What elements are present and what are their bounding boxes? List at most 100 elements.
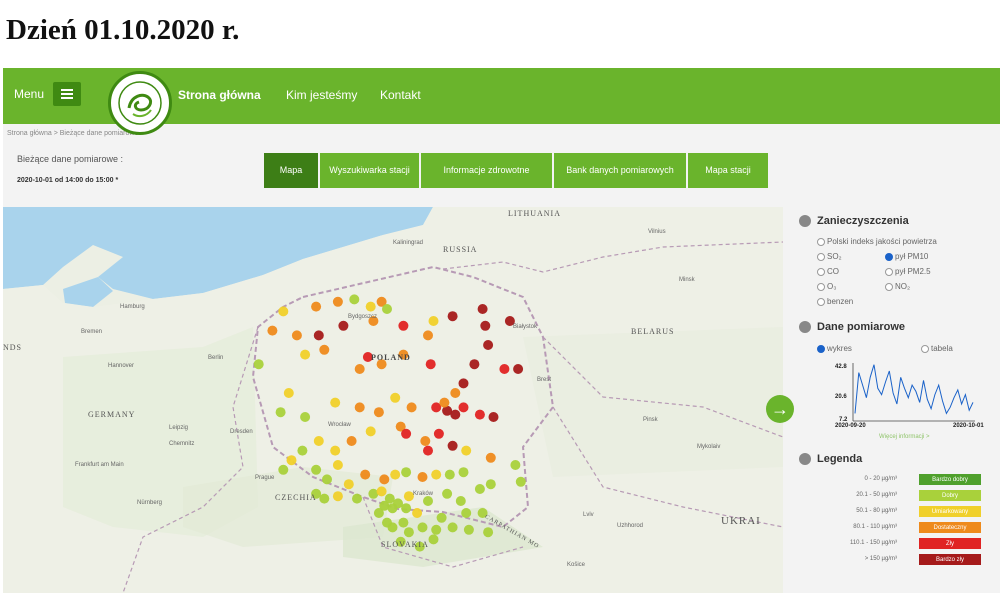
station-marker[interactable]	[398, 517, 409, 528]
station-marker[interactable]	[461, 508, 472, 518]
station-marker[interactable]	[499, 364, 510, 374]
station-marker[interactable]	[428, 316, 439, 326]
station-marker[interactable]	[322, 474, 332, 485]
station-marker[interactable]	[330, 445, 341, 456]
legend-header[interactable]: Legenda	[799, 453, 862, 465]
station-marker[interactable]	[463, 524, 474, 535]
nav-home[interactable]: Strona główna	[178, 88, 261, 102]
station-marker[interactable]	[401, 503, 412, 514]
station-marker[interactable]	[379, 474, 390, 485]
view-chart-option[interactable]: wykres	[817, 344, 852, 353]
station-marker[interactable]	[477, 304, 488, 314]
station-marker[interactable]	[515, 476, 526, 487]
station-marker[interactable]	[311, 464, 322, 475]
measurements-header[interactable]: Dane pomiarowe	[799, 321, 905, 333]
station-marker[interactable]	[373, 407, 384, 418]
pollutants-header[interactable]: Zanieczyszczenia	[799, 215, 909, 227]
station-marker[interactable]	[297, 445, 308, 456]
station-marker[interactable]	[455, 496, 466, 506]
station-marker[interactable]	[352, 493, 362, 504]
station-marker[interactable]	[423, 445, 433, 456]
station-marker[interactable]	[447, 311, 458, 322]
station-marker[interactable]	[283, 388, 294, 398]
nav-about-us[interactable]: Kim jesteśmy	[286, 88, 357, 102]
station-marker[interactable]	[300, 349, 311, 360]
station-marker[interactable]	[382, 517, 392, 528]
station-marker[interactable]	[300, 412, 311, 422]
station-marker[interactable]	[278, 464, 289, 475]
option-benzene[interactable]: benzen	[817, 297, 853, 306]
station-marker[interactable]	[436, 512, 447, 523]
tab-health-info[interactable]: Informacje zdrowotne	[421, 153, 552, 188]
hamburger-menu-button[interactable]	[53, 82, 81, 106]
station-marker[interactable]	[469, 359, 480, 370]
station-marker[interactable]	[275, 407, 286, 418]
station-marker[interactable]	[253, 359, 264, 370]
site-logo[interactable]	[108, 71, 172, 135]
station-marker[interactable]	[458, 467, 469, 478]
station-marker[interactable]	[483, 340, 494, 350]
station-marker[interactable]	[450, 388, 461, 398]
station-marker[interactable]	[461, 445, 472, 456]
option-o3[interactable]: O₃	[817, 282, 836, 291]
more-info-link[interactable]: Więcej informacji >	[879, 434, 930, 440]
station-marker[interactable]	[373, 508, 384, 518]
station-marker[interactable]	[311, 301, 322, 312]
station-marker[interactable]	[483, 527, 494, 538]
station-marker[interactable]	[458, 402, 469, 413]
station-marker[interactable]	[332, 460, 343, 470]
station-marker[interactable]	[480, 320, 491, 331]
station-marker[interactable]	[390, 469, 401, 480]
nav-contact[interactable]: Kontakt	[380, 88, 421, 102]
tab-data-bank[interactable]: Bank danych pomiarowych	[554, 153, 686, 188]
station-marker[interactable]	[319, 344, 330, 355]
station-marker[interactable]	[346, 436, 357, 446]
measurement-chart[interactable]	[829, 361, 979, 427]
station-marker[interactable]	[332, 296, 343, 307]
station-marker[interactable]	[447, 440, 458, 451]
station-marker[interactable]	[401, 467, 412, 478]
station-marker[interactable]	[278, 306, 289, 317]
station-marker[interactable]	[417, 472, 428, 482]
station-marker[interactable]	[488, 412, 499, 422]
station-marker[interactable]	[433, 428, 444, 439]
station-marker[interactable]	[286, 455, 297, 466]
station-marker[interactable]	[349, 294, 360, 305]
next-arrow-button[interactable]: →	[766, 395, 794, 423]
station-marker[interactable]	[401, 428, 412, 439]
station-marker[interactable]	[510, 460, 521, 470]
station-marker[interactable]	[360, 469, 371, 480]
station-marker[interactable]	[365, 426, 376, 437]
station-marker[interactable]	[398, 320, 409, 331]
station-marker[interactable]	[376, 486, 387, 497]
station-marker[interactable]	[450, 409, 461, 420]
station-marker[interactable]	[431, 469, 442, 480]
tab-map[interactable]: Mapa	[264, 153, 318, 188]
option-so2[interactable]: SO₂	[817, 252, 842, 261]
station-marker[interactable]	[267, 325, 278, 336]
station-marker[interactable]	[313, 436, 324, 446]
station-marker[interactable]	[458, 378, 469, 389]
air-quality-map[interactable]: LITHUANIA RUSSIA BELARUS POLAND GERMANY …	[3, 207, 783, 593]
station-marker[interactable]	[474, 484, 485, 494]
station-marker[interactable]	[423, 496, 433, 506]
station-marker[interactable]	[354, 402, 365, 413]
station-marker[interactable]	[513, 364, 524, 374]
station-marker[interactable]	[313, 330, 324, 341]
station-marker[interactable]	[403, 527, 414, 538]
station-marker[interactable]	[412, 508, 423, 518]
station-marker[interactable]	[417, 522, 428, 533]
option-co[interactable]: CO	[817, 267, 839, 276]
tab-station-search[interactable]: Wyszukiwarka stacji	[320, 153, 419, 188]
station-marker[interactable]	[428, 534, 439, 545]
option-pm10[interactable]: pył PM10	[885, 252, 928, 261]
view-table-option[interactable]: tabela	[921, 344, 953, 353]
station-marker[interactable]	[390, 392, 401, 403]
station-marker[interactable]	[439, 397, 450, 408]
station-marker[interactable]	[291, 330, 302, 341]
menu-label[interactable]: Menu	[14, 87, 44, 101]
tab-station-map[interactable]: Mapa stacji	[688, 153, 768, 188]
option-no2[interactable]: NO₂	[885, 282, 910, 291]
station-marker[interactable]	[354, 364, 365, 374]
station-marker[interactable]	[332, 491, 343, 502]
